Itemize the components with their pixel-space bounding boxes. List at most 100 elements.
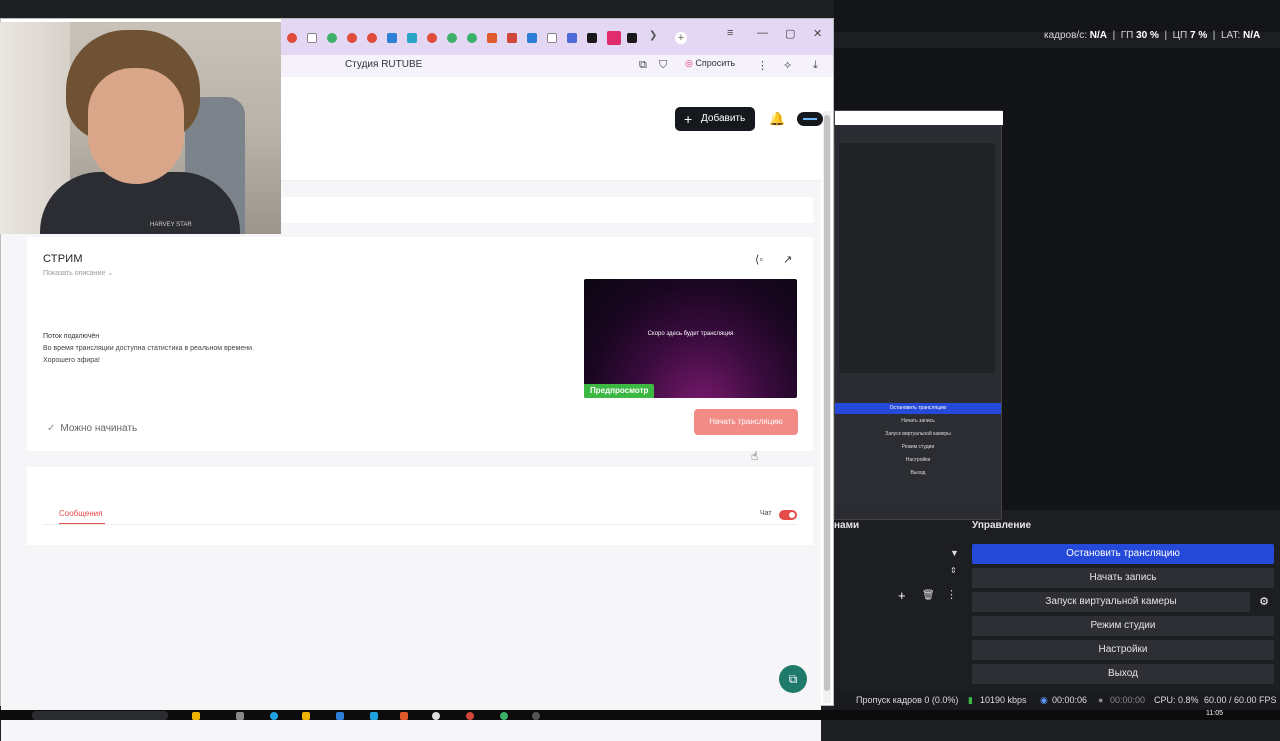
taskbar-app-icon-2[interactable] xyxy=(236,712,244,720)
scrollbar-thumb[interactable] xyxy=(824,115,830,691)
show-description-link[interactable]: Показать описание ⌄ xyxy=(43,269,113,277)
tab-divider xyxy=(43,524,797,525)
blue-tab-icon-3[interactable] xyxy=(567,33,577,43)
translate-icon[interactable]: ⧉ xyxy=(639,59,647,72)
blue-tab-icon-2[interactable] xyxy=(527,33,537,43)
obs-window: кадров/с: N/A | ГП 30 % | ЦП 7 % | LAT: … xyxy=(834,0,1280,720)
site-title[interactable]: Студия RUTUBE xyxy=(345,59,422,70)
stream-card: СТРИМ Показать описание ⌄ ⟨◦ ↗ Поток под… xyxy=(27,237,813,451)
yandex-tab-icon-4[interactable] xyxy=(427,33,437,43)
red-tab-icon[interactable] xyxy=(507,33,517,43)
bell-icon[interactable]: 🔔 xyxy=(769,111,785,127)
taskbar-app-icon-4[interactable] xyxy=(400,712,408,720)
stream-icon: ◉ xyxy=(1040,695,1048,705)
chat-toggle[interactable] xyxy=(779,510,797,520)
settings-button[interactable]: Настройки xyxy=(972,640,1274,660)
webcam-shirt-text: HARVEY STAR xyxy=(150,222,192,228)
obs-status-bar: Пропуск кадров 0 (0.0%) ▮ 10190 kbps ◉ 0… xyxy=(834,690,1280,710)
stream-preview[interactable]: Скоро здесь будет трансляция Предпросмот… xyxy=(584,279,797,398)
more-icon[interactable]: ⋮ xyxy=(946,588,957,601)
check-icon: ✓ xyxy=(47,423,56,434)
spinner-icon[interactable]: ⇕ xyxy=(950,566,957,575)
taskbar-app-icon[interactable] xyxy=(192,712,200,720)
nested-start-record: Начать запись xyxy=(901,418,935,424)
menu-icon[interactable]: ≡ xyxy=(727,27,733,39)
taskbar-app-icon-3[interactable] xyxy=(370,712,378,720)
avatar[interactable] xyxy=(797,112,823,126)
rutube-tab-icon-2[interactable] xyxy=(627,33,637,43)
stop-stream-button[interactable]: Остановить трансляцию xyxy=(972,544,1274,564)
minimize-icon[interactable]: — xyxy=(757,27,768,39)
tab-bar: ❯ + ≡ — ▢ ✕ xyxy=(281,19,833,55)
add-icon[interactable]: + xyxy=(898,588,906,603)
record-icon: ● xyxy=(1098,695,1104,705)
obs-nested-preview: Остановить трансляцию Начать запись Запу… xyxy=(834,110,1003,520)
gear-icon[interactable]: ⚙ xyxy=(1254,592,1274,612)
nested-exit: Выход xyxy=(910,470,926,476)
plus-icon: + xyxy=(684,111,693,127)
taskbar-app-icon-6[interactable] xyxy=(532,712,540,720)
folder-icon[interactable] xyxy=(302,712,310,720)
virtual-cam-button[interactable]: Запуск виртуальной камеры xyxy=(972,592,1250,612)
yandex-browser-icon[interactable] xyxy=(466,712,474,720)
blue-tab-icon[interactable] xyxy=(387,33,397,43)
obs-icon[interactable] xyxy=(432,712,440,720)
share-icon[interactable]: ⟨◦ xyxy=(755,253,763,266)
orange-tab-icon[interactable] xyxy=(487,33,497,43)
store-icon[interactable] xyxy=(336,712,344,720)
active-tab-icon[interactable] xyxy=(607,31,621,45)
ask-button[interactable]: ◎ Спросить xyxy=(685,58,735,69)
nested-settings: Настройки xyxy=(905,457,931,463)
yandex-tab-icon-3[interactable] xyxy=(367,33,377,43)
nested-stats-bar xyxy=(835,111,1003,125)
ask-icon: ◎ xyxy=(685,58,693,68)
stream-time: 00:00:06 xyxy=(1052,695,1088,705)
nested-studio-mode: Режим студии xyxy=(901,444,935,450)
taskbar: 11:05 xyxy=(0,710,1280,720)
dropdown-arrow-icon[interactable]: ▼ xyxy=(950,548,959,558)
maximize-icon[interactable]: ▢ xyxy=(785,27,795,40)
green-tab-icon-2[interactable] xyxy=(447,33,457,43)
controls-panel-header: Управление xyxy=(972,520,1032,531)
yandex-tab-icon-2[interactable] xyxy=(347,33,357,43)
studio-mode-button[interactable]: Режим студии xyxy=(972,616,1274,636)
fps: 60.00 / 60.00 FPS xyxy=(1204,695,1277,705)
trash-icon[interactable]: 🗑 xyxy=(922,590,935,601)
nested-stop-stream: Остановить трансляцию xyxy=(835,403,1001,414)
green-tab-icon[interactable] xyxy=(327,33,337,43)
stream-title: СТРИМ xyxy=(43,253,83,265)
start-record-button[interactable]: Начать запись xyxy=(972,568,1274,588)
hand-cursor-icon: ☝ xyxy=(751,449,759,463)
obs-top-bar xyxy=(834,0,1280,32)
page-tab-icon[interactable] xyxy=(307,33,317,43)
chat-toggle-label: Чат xyxy=(760,510,772,517)
preview-message: Скоро здесь будет трансляция xyxy=(647,331,734,337)
edge-icon[interactable] xyxy=(270,712,278,720)
page-tab-icon-2[interactable] xyxy=(547,33,557,43)
new-tab-icon[interactable]: + xyxy=(675,32,687,44)
obs-preview-area: Остановить трансляцию Начать запись Запу… xyxy=(834,48,1280,520)
tab-underline xyxy=(59,523,105,524)
close-window-icon[interactable]: ✕ xyxy=(813,27,822,40)
support-chat-icon[interactable]: ⧉ xyxy=(779,665,807,693)
yandex-tab-icon[interactable] xyxy=(287,33,297,43)
chevron-right-icon[interactable]: ❯ xyxy=(649,30,657,41)
connected-title: Поток подключён xyxy=(43,333,100,340)
taskbar-search[interactable] xyxy=(32,711,168,720)
obs-controls-panel: Остановить трансляцию Начать запись Запу… xyxy=(968,538,1276,688)
rutube-tab-icon[interactable] xyxy=(587,33,597,43)
obs-scenes-panel: ▼ ⇕ + 🗑 ⋮ xyxy=(834,536,964,686)
green-tab-icon-3[interactable] xyxy=(467,33,477,43)
scrollbar[interactable] xyxy=(823,111,831,703)
download-icon[interactable]: ⤓ xyxy=(813,59,818,72)
cyan-tab-icon[interactable] xyxy=(407,33,417,43)
exit-button[interactable]: Выход xyxy=(972,664,1274,684)
add-button[interactable]: + Добавить xyxy=(675,107,755,131)
tab-messages[interactable]: Сообщения xyxy=(59,509,102,518)
extensions-icon[interactable]: ✧ xyxy=(783,59,792,72)
external-link-icon[interactable]: ↗ xyxy=(783,253,792,266)
more-menu-icon[interactable]: ⋮ xyxy=(757,59,768,72)
taskbar-app-icon-5[interactable] xyxy=(500,712,508,720)
start-stream-button[interactable]: Начать трансляцию xyxy=(694,409,798,435)
bookmark-icon[interactable]: ⛉ xyxy=(659,59,667,72)
